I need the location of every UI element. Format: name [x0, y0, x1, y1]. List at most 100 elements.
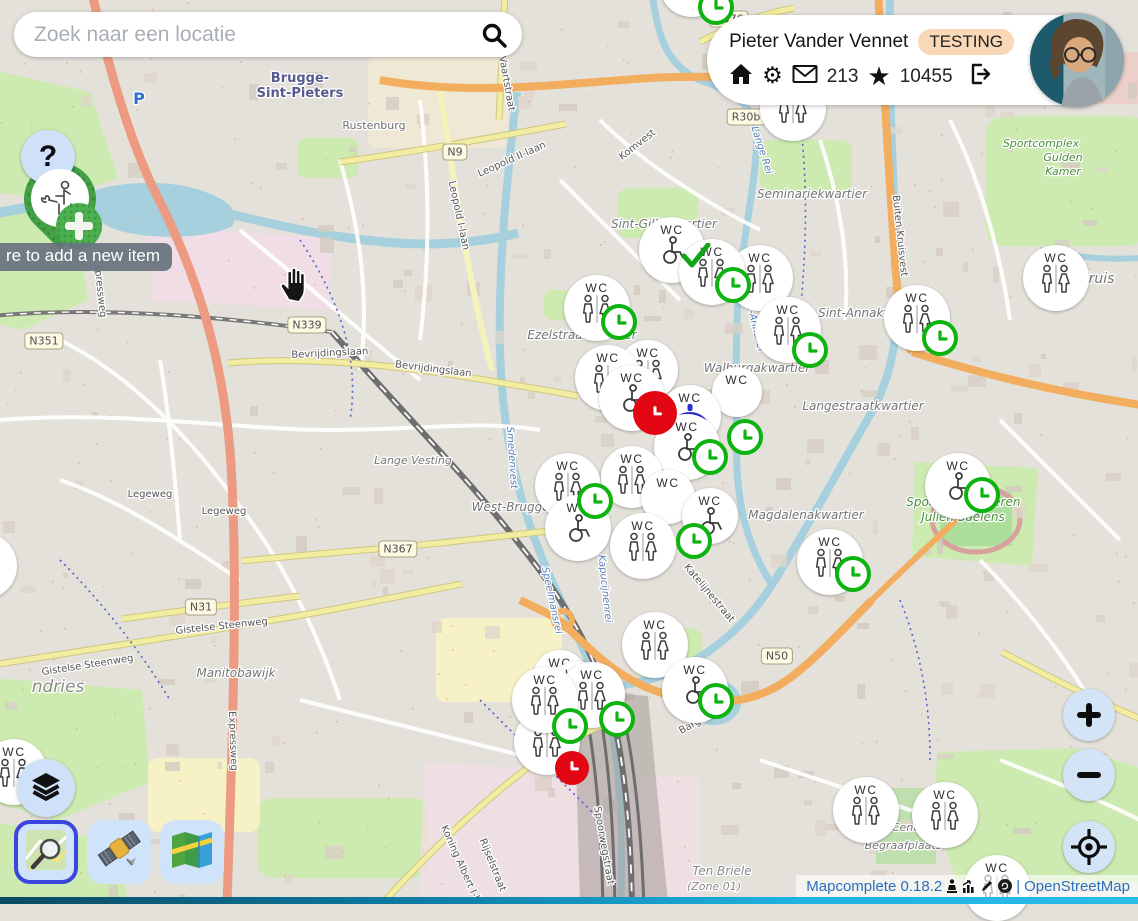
opening-hours-open-badge [727, 419, 763, 455]
map-label: Seminariekwartier [757, 187, 868, 201]
add-item-tooltip: re to add a new item [0, 243, 172, 271]
toilet-marker[interactable]: WC [610, 513, 676, 579]
map-label: Sportcomplex [1003, 137, 1080, 150]
marker-label: WC [818, 536, 841, 548]
marker-label: WC [556, 460, 579, 472]
marker-label: WC [580, 669, 603, 681]
marker-label: WC [854, 784, 877, 796]
map-label: Lange Vesting [374, 454, 452, 467]
attribution-separator: | [1016, 878, 1020, 895]
opening-hours-open-badge [698, 683, 734, 719]
geolocate-icon [1071, 829, 1107, 865]
marker-label: WC [2, 746, 25, 758]
toilets-mf-icon [0, 552, 1, 587]
map-label: Rustenburg [342, 119, 405, 132]
zoom-out-button[interactable] [1063, 749, 1115, 801]
map-label: P [133, 89, 145, 108]
background-option-map[interactable] [160, 820, 224, 884]
avatar[interactable] [1030, 13, 1124, 107]
marker-label: WC [585, 282, 608, 294]
testing-badge: TESTING [918, 29, 1014, 55]
marker-label: WC [636, 347, 659, 359]
opening-hours-open-badge [692, 439, 728, 475]
toilet-marker[interactable]: WC [1023, 245, 1089, 311]
map-label: ndries [32, 677, 85, 697]
marker-label: WC [656, 477, 679, 489]
satellite-icon [96, 827, 142, 878]
attribution-app[interactable]: Mapcomplete 0.18.2 [806, 878, 942, 895]
attribution-osm-link[interactable]: OpenStreetMap [1024, 878, 1130, 895]
opening-hours-open-badge [792, 332, 828, 368]
plus-icon [1074, 700, 1104, 730]
marker-label: WC [748, 252, 771, 264]
layers-icon [30, 771, 62, 806]
user-name: Pieter Vander Vennet [729, 31, 908, 53]
world-map-icon [170, 830, 214, 875]
map-label: Sint-Pieters [257, 86, 344, 101]
search-icon[interactable] [480, 21, 508, 49]
attribution-bar: Mapcomplete 0.18.2 | OpenStreetMap [796, 875, 1138, 897]
marker-label: WC [1044, 252, 1067, 264]
opening-hours-open-badge [577, 483, 613, 519]
road-shield: N50 [761, 648, 793, 665]
message-count: 213 [827, 66, 859, 88]
opening-hours-open-badge [964, 477, 1000, 513]
marker-label: WC [678, 392, 701, 404]
geolocate-button[interactable] [1063, 821, 1115, 873]
road-shield: N367 [378, 541, 417, 558]
community-icon[interactable] [998, 879, 1012, 893]
statistics-icon[interactable] [962, 880, 976, 893]
opening-hours-open-badge [715, 267, 751, 303]
opening-hours-open-badge [599, 701, 635, 737]
toilets-mf-icon [849, 796, 883, 831]
marker-label: WC [533, 674, 556, 686]
marker-label: WC [643, 619, 666, 631]
osm-map-icon [25, 829, 67, 876]
opening-hours-open-badge [552, 708, 588, 744]
toilets-mf-icon [638, 631, 672, 666]
layers-button[interactable] [17, 759, 75, 817]
marker-label: WC [933, 789, 956, 801]
background-option-osm[interactable] [14, 820, 78, 884]
marker-label: WC [946, 460, 969, 472]
marker-label: WC [985, 862, 1008, 874]
map-label: Legeweg [202, 506, 247, 517]
opening-hours-closed-badge [555, 751, 589, 785]
map-label: Gulden [1043, 151, 1082, 164]
map-label: Brugge- [271, 71, 329, 86]
marker-label: WC [631, 520, 654, 532]
home-icon[interactable] [729, 63, 753, 90]
marker-label: WC [620, 372, 643, 384]
toilet-marker[interactable]: WC [912, 782, 978, 848]
road-shield: N339 [287, 317, 326, 334]
confirmed-badge [678, 238, 714, 274]
search-input[interactable] [14, 23, 480, 47]
map-label: Expressweg [226, 711, 239, 771]
toilets-mf-icon [928, 801, 962, 836]
mail-icon[interactable] [792, 64, 818, 89]
marker-label: WC [596, 352, 619, 364]
marker-label: WC [905, 292, 928, 304]
edit-icon[interactable] [980, 879, 994, 893]
search-bar[interactable] [14, 12, 522, 57]
contributor-icon[interactable] [946, 879, 958, 893]
opening-hours-closed-badge [633, 391, 677, 435]
marker-label: WC [675, 421, 698, 433]
user-panel[interactable]: Pieter Vander Vennet TESTING ⚙ 213 ★ 104… [707, 15, 1118, 105]
zoom-in-button[interactable] [1063, 689, 1115, 741]
road-shield: N9 [442, 144, 467, 161]
logout-icon[interactable] [968, 62, 992, 91]
toilet-marker[interactable]: WC [833, 777, 899, 843]
wheelchair-icon [562, 514, 594, 549]
opening-hours-open-badge [922, 320, 958, 356]
map-label: (Zone 01) [687, 880, 741, 893]
marker-label: WC [698, 495, 721, 507]
map-label: Langestraatkwartier [802, 399, 924, 413]
gear-icon[interactable]: ⚙ [762, 65, 783, 88]
background-switcher [14, 820, 224, 884]
map-label: Legeweg [128, 489, 173, 500]
bottom-accent-strip [0, 897, 1138, 904]
background-option-satellite[interactable] [87, 820, 151, 884]
road-shield: N351 [24, 333, 63, 350]
minus-icon [1074, 760, 1104, 790]
